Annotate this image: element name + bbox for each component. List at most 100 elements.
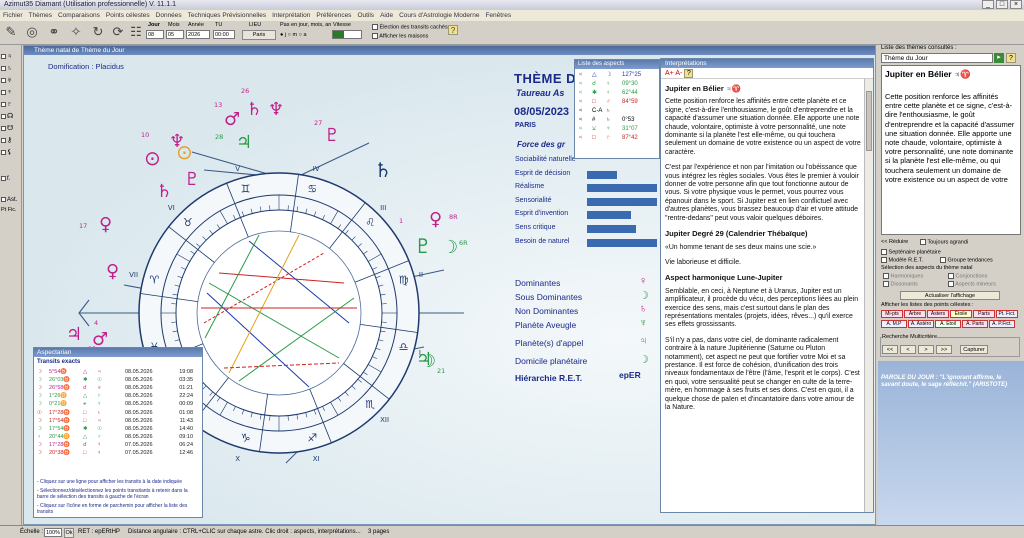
points-button[interactable]: Pt. Fict. — [996, 310, 1018, 318]
menu-comparaisons[interactable]: Comparaisons — [58, 10, 100, 21]
zodiac-sign: ♉ — [183, 216, 193, 229]
maisons-checkbox[interactable]: Afficher les maisons — [372, 33, 428, 39]
font-size-tools[interactable]: A+ A- ? — [661, 68, 873, 79]
transit-row[interactable]: ☉ 17°28♉ □ ♄ 08.05.2026 01:08 — [37, 409, 195, 417]
aspect-row[interactable]: ♃ △ ☽ 127°25 — [578, 71, 656, 80]
transit-toggle-uranus[interactable]: ♅ — [1, 76, 21, 86]
points-button[interactable]: A. M.P — [881, 320, 907, 328]
lieu-button[interactable]: Paris — [242, 30, 276, 40]
toujours-agrandi-checkbox[interactable]: Toujours agrandi — [920, 239, 968, 246]
transit-row[interactable]: ☽ 20°38♉ □ ♆ 07.05.2026 12:46 — [37, 449, 195, 457]
points-button[interactable]: Arbre — [904, 310, 926, 318]
help-icon[interactable]: ? — [448, 25, 458, 35]
mois-input[interactable]: 05 — [166, 30, 184, 39]
open-chart-icon[interactable]: ✎ — [3, 24, 19, 40]
menu-fenetres[interactable]: Fenêtres — [485, 10, 511, 21]
points-button[interactable]: Mi-pts — [881, 310, 903, 318]
menu-aide[interactable]: Aide — [380, 10, 393, 21]
menu-themes[interactable]: Thèmes — [29, 10, 52, 21]
progress-icon[interactable]: ⟳ — [110, 24, 126, 40]
annee-input[interactable]: 2026 — [186, 30, 210, 39]
transit-row[interactable]: ☽ 17°28♉ ☌ ☿ 07.05.2026 06:24 — [37, 441, 195, 449]
points-button[interactable]: A. Parts — [962, 320, 988, 328]
transit-natal-planet: ♄ — [97, 409, 102, 416]
leftbar-f-toggle[interactable]: f. — [1, 174, 21, 184]
leftbar-ast-toggle[interactable]: Ast. — [1, 195, 21, 205]
menu-points-celestes[interactable]: Points célestes — [106, 10, 150, 21]
pas-jour-radio[interactable]: ● j — [280, 32, 286, 38]
vitesse-slider[interactable] — [332, 30, 362, 39]
maximize-button[interactable]: □ — [996, 0, 1008, 9]
transit-row[interactable]: ♀ 20°44♊ △ ♂ 08.05.2026 09:10 — [37, 433, 195, 441]
echelle-input[interactable]: 100% — [44, 528, 62, 537]
transit-toggle-saturn[interactable]: ♄ — [1, 64, 21, 74]
pas-mois-radio[interactable]: ○ m — [288, 32, 297, 38]
aspect-row[interactable]: ♃ ⚺ ♆ 31°07 — [578, 125, 656, 134]
menu-fichier[interactable]: Fichier — [3, 10, 23, 21]
transit-row[interactable]: ☽ 0°21♊ ⚹ ♆ 08.05.2026 00:09 — [37, 400, 195, 408]
dates-icon[interactable]: ☷ — [128, 24, 144, 40]
compare-icon[interactable]: ⚭ — [46, 24, 62, 40]
transit-toggle-chiron[interactable]: ⚷ — [1, 136, 21, 146]
interpretation-scrollbar[interactable] — [864, 79, 873, 512]
pas-an-radio[interactable]: ○ a — [299, 32, 307, 38]
election-checkbox[interactable]: Élection des transits cachés — [372, 24, 448, 30]
aspect-opt-harmoniques[interactable]: Harmoniques — [883, 273, 923, 280]
wheel-icon[interactable]: ◎ — [24, 24, 40, 40]
menu-techniques[interactable]: Techniques Prévisionnelles — [188, 10, 266, 21]
aspect-row[interactable]: ♃ ☌ ♀ 09°30 — [578, 80, 656, 89]
menu-donnees[interactable]: Données — [156, 10, 182, 21]
tu-input[interactable]: 00:00 — [213, 30, 235, 39]
aspect-row[interactable]: ♃ C-A ♄ — [578, 107, 656, 116]
aspect-row[interactable]: ♃ □ ♂ 84°59 — [578, 98, 656, 107]
jour-input[interactable]: 08 — [146, 30, 164, 39]
points-button[interactable]: A. P.Fict. — [989, 320, 1015, 328]
transit-toggle-north-node[interactable]: ☊ — [1, 112, 21, 122]
transit-row[interactable]: ☽ 17°54♉ ✱ ☉ 08.05.2026 14:40 — [37, 425, 195, 433]
aspect-opt-mineurs[interactable]: Aspects mineurs — [948, 281, 996, 288]
menu-interpretation[interactable]: Interprétation — [272, 10, 310, 21]
modele-ret-checkbox[interactable]: Modèle R.E.T. — [881, 257, 923, 264]
groupe-tendances-checkbox[interactable]: Groupe tendances — [940, 257, 993, 264]
transit-toggle-lilith[interactable]: ⚸ — [1, 148, 21, 158]
menu-cours[interactable]: Cours d'Astrologie Moderne — [399, 10, 479, 21]
echelle-ok-button[interactable]: Ok — [64, 528, 74, 538]
transit-toggle-pluto[interactable]: ♇ — [1, 100, 21, 110]
points-button[interactable]: Étoile — [950, 310, 972, 318]
actualiser-button[interactable]: Actualiser l'affichage — [900, 291, 1000, 300]
close-button[interactable]: × — [1010, 0, 1022, 9]
transits-icon[interactable]: ↻ — [90, 24, 106, 40]
points-button[interactable]: A. Étoil — [935, 320, 961, 328]
transit-row[interactable]: ☽ 5°54♉ △ ♃ 08.05.2026 19:08 — [37, 368, 195, 376]
aspect-row[interactable]: ♃ □ ♇ 87°42 — [578, 134, 656, 143]
points-button[interactable]: Parts — [973, 310, 995, 318]
points-button[interactable]: Asters — [927, 310, 949, 318]
transit-row[interactable]: ☽ 26°03♉ ✱ ☉ 08.05.2026 03:35 — [37, 376, 195, 384]
aspect-opt-conjonctions[interactable]: Conjonctions — [948, 273, 987, 280]
help-icon[interactable]: ? — [684, 69, 694, 78]
transit-toggle-jupiter[interactable]: ♃ — [1, 52, 21, 62]
aspect-opt-dissonants[interactable]: Dissonants — [883, 281, 918, 288]
aspects-icon[interactable]: ✧ — [68, 24, 84, 40]
transit-row[interactable]: ☽ 26°58♉ ☌ ♅ 08.05.2026 01:21 — [37, 384, 195, 392]
recherche-label: Recherche Multicritère — [882, 334, 938, 341]
minimize-button[interactable]: _ — [982, 0, 994, 9]
points-button[interactable]: A. Astéro — [908, 320, 934, 328]
transit-row[interactable]: ☽ 1°26♊ △ ♇ 08.05.2026 22:24 — [37, 392, 195, 400]
leftbar-ptfic-label[interactable]: Pt Fic. — [1, 205, 21, 215]
transit-toggle-neptune[interactable]: ♆ — [1, 88, 21, 98]
menu-preferences[interactable]: Préférences — [316, 10, 351, 21]
go-icon[interactable]: ▸ — [994, 53, 1004, 63]
transit-row[interactable]: ☽ 17°54♉ □ ♃ 08.05.2026 11:43 — [37, 417, 195, 425]
help-icon[interactable]: ? — [1006, 53, 1016, 63]
aspectarian-title: Aspectarian — [34, 348, 202, 357]
aspect-row[interactable]: ♃ ✱ ♀ 62°44 — [578, 89, 656, 98]
transit-toggle-south-node[interactable]: ☋ — [1, 124, 21, 134]
reduire-button[interactable]: << Réduire — [881, 239, 908, 246]
transit-position: 17°28♉ — [49, 409, 71, 416]
transit-planet: ☽ — [37, 393, 42, 400]
themes-select[interactable]: Thème du Jour — [881, 53, 993, 63]
aspect-row[interactable]: ♃ # ♄ 0°53 — [578, 116, 656, 125]
septenaire-checkbox[interactable]: Septénaire planétaire — [881, 249, 941, 256]
menu-outils[interactable]: Outils — [357, 10, 374, 21]
